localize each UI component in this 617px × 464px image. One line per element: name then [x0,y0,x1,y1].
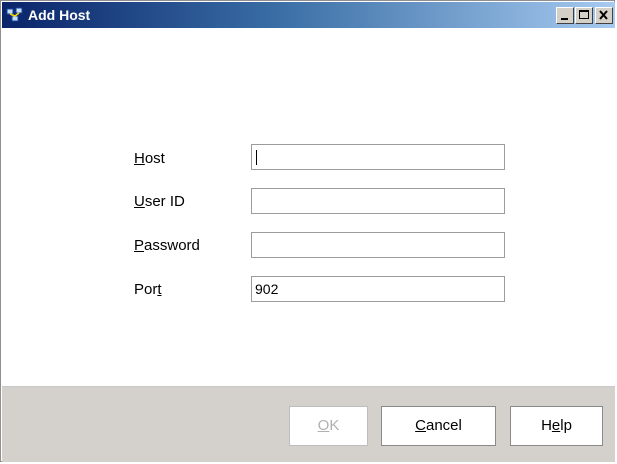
button-bar: OK Cancel Help [2,386,615,462]
title-bar[interactable]: Add Host [2,2,615,29]
user-id-label: User ID [134,193,185,210]
maximize-icon [579,10,589,19]
form-area: Host User ID Password Port 902 [2,29,615,386]
host-label: Host [134,150,165,167]
ok-button[interactable]: OK [289,406,368,446]
host-field[interactable] [251,144,505,170]
help-button[interactable]: Help [510,406,603,446]
minimize-icon [561,18,568,20]
port-label: Port [134,281,162,298]
password-field[interactable] [251,232,505,258]
maximize-button[interactable] [575,7,593,24]
text-caret [256,150,257,165]
close-icon [599,10,608,20]
add-host-dialog: Add Host Host User ID Password Port 902 … [0,0,615,462]
close-button[interactable] [595,7,613,24]
cancel-button[interactable]: Cancel [381,406,496,446]
port-field[interactable]: 902 [251,276,505,302]
password-label: Password [134,237,200,254]
window-title: Add Host [28,7,91,23]
user-id-field[interactable] [251,188,505,214]
minimize-button[interactable] [556,7,574,24]
network-hosts-icon [6,7,24,23]
